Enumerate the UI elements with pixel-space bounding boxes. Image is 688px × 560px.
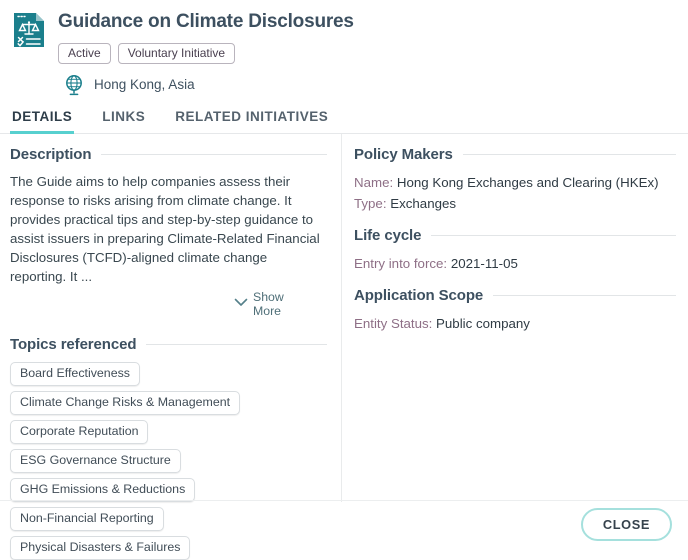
topic-tag[interactable]: Corporate Reputation (10, 420, 148, 444)
policy-makers-section-header: Policy Makers (354, 146, 676, 163)
detail-body: Description The Guide aims to help compa… (0, 134, 688, 502)
field-label: Entry into force: (354, 256, 447, 271)
description-section-header: Description (10, 146, 327, 163)
topic-tag[interactable]: GHG Emissions & Reductions (10, 478, 195, 502)
heading-rule (493, 295, 676, 296)
entity-status-row: Entity Status: Public company (354, 313, 676, 334)
tab-details[interactable]: DETAILS (10, 107, 74, 134)
tab-bar: DETAILS LINKS RELATED INITIATIVES (0, 107, 688, 134)
field-value: Public company (436, 316, 530, 331)
policy-maker-type-row: Type: Exchanges (354, 193, 676, 214)
policy-maker-name-row: Name: Hong Kong Exchanges and Clearing (… (354, 172, 676, 193)
field-label: Name: (354, 175, 393, 190)
topic-tag[interactable]: ESG Governance Structure (10, 449, 181, 473)
tab-links[interactable]: LINKS (100, 107, 147, 134)
topics-heading: Topics referenced (10, 336, 136, 353)
globe-icon (63, 74, 85, 96)
field-label: Entity Status: (354, 316, 432, 331)
description-heading: Description (10, 146, 91, 163)
header-text-block: Guidance on Climate Disclosures Active V… (58, 8, 354, 96)
dialog-footer: CLOSE (0, 500, 688, 548)
legal-document-scales-icon (10, 10, 50, 50)
field-value: 2021-11-05 (451, 256, 518, 271)
field-label: Type: (354, 196, 387, 211)
life-cycle-section-header: Life cycle (354, 227, 676, 244)
life-cycle-block: Life cycle Entry into force: 2021-11-05 (354, 227, 676, 274)
close-button[interactable]: CLOSE (581, 508, 672, 541)
description-text: The Guide aims to help companies assess … (10, 172, 327, 286)
type-badge: Voluntary Initiative (118, 43, 235, 64)
application-scope-section-header: Application Scope (354, 287, 676, 304)
heading-rule (101, 154, 327, 155)
application-scope-heading: Application Scope (354, 287, 483, 304)
policy-makers-heading: Policy Makers (354, 146, 453, 163)
show-more-label: Show More (253, 290, 293, 318)
field-value: Exchanges (390, 196, 456, 211)
location-row: Hong Kong, Asia (58, 74, 354, 96)
right-column: Policy Makers Name: Hong Kong Exchanges … (342, 134, 688, 502)
topic-tag[interactable]: Climate Change Risks & Management (10, 391, 240, 415)
application-scope-block: Application Scope Entity Status: Public … (354, 287, 676, 334)
heading-rule (431, 235, 676, 236)
status-badge: Active (58, 43, 111, 64)
topics-section-header: Topics referenced (10, 336, 327, 353)
show-more-button[interactable]: Show More (10, 290, 327, 318)
policy-makers-block: Policy Makers Name: Hong Kong Exchanges … (354, 146, 676, 214)
entry-into-force-row: Entry into force: 2021-11-05 (354, 253, 676, 274)
heading-rule (146, 344, 327, 345)
badge-row: Active Voluntary Initiative (58, 43, 354, 64)
field-value: Hong Kong Exchanges and Clearing (HKEx) (397, 175, 659, 190)
left-column: Description The Guide aims to help compa… (0, 134, 342, 502)
topic-tag[interactable]: Board Effectiveness (10, 362, 140, 386)
heading-rule (463, 154, 676, 155)
life-cycle-heading: Life cycle (354, 227, 421, 244)
chevron-down-icon (234, 298, 248, 310)
page-title: Guidance on Climate Disclosures (58, 10, 354, 34)
tab-related-initiatives[interactable]: RELATED INITIATIVES (173, 107, 330, 134)
detail-header: Guidance on Climate Disclosures Active V… (0, 0, 688, 96)
location-label: Hong Kong, Asia (94, 77, 195, 93)
